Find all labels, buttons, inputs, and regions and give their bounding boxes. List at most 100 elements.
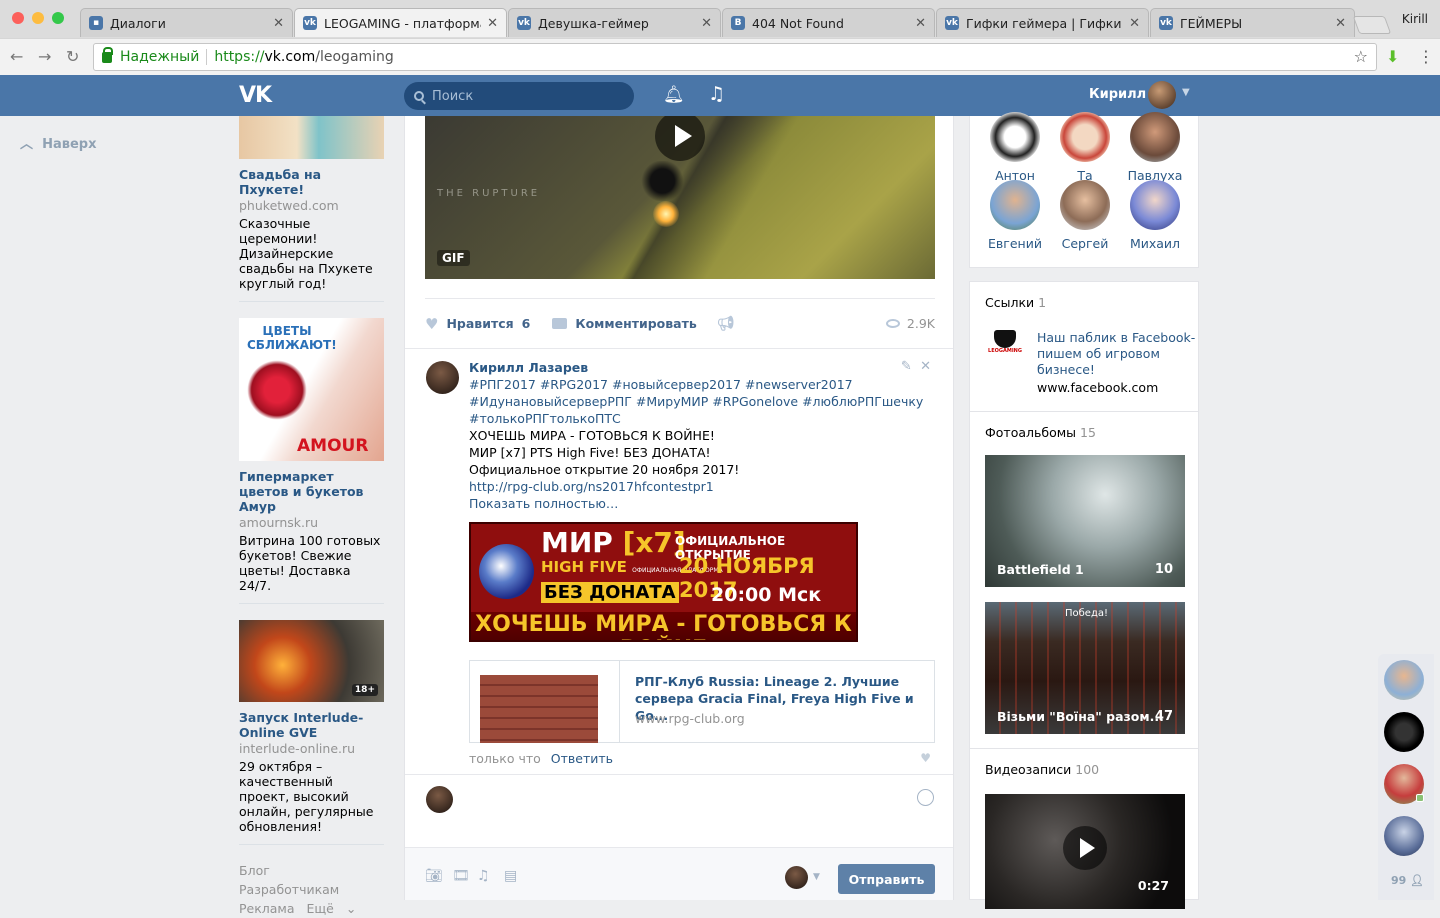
show-more-link[interactable]: Показать полностью… xyxy=(469,495,933,512)
chat-sidebar: 99 👤︎ xyxy=(1378,654,1434,900)
close-icon[interactable]: ✕ xyxy=(920,359,931,374)
url-host: vk.com xyxy=(264,49,316,65)
footer-link-ads[interactable]: Реклама xyxy=(239,901,295,916)
scroll-top-button[interactable]: ︿ Наверх xyxy=(20,133,96,152)
music-note-icon[interactable]: ♫ xyxy=(477,868,490,884)
camera-icon[interactable]: 📷︎ xyxy=(425,868,443,884)
tab-leogaming[interactable]: vk LEOGAMING - платформа д ✕ xyxy=(294,8,507,37)
bell-icon[interactable]: 🔔︎ xyxy=(663,85,685,105)
tab-gamers[interactable]: vk ГЕЙМЕРЫ ✕ xyxy=(1150,8,1355,37)
close-tab-icon[interactable]: ✕ xyxy=(1335,16,1346,31)
promo-banner-image[interactable]: МИР [x7] HIGH FIVE ОФИЦИАЛЬНАЯ ПЛАТФОРМА… xyxy=(469,522,858,642)
tab-gamer-gifs[interactable]: vk Гифки геймера | Гифки из ✕ xyxy=(936,8,1149,37)
gif-video[interactable]: THE RUPTURE GIF xyxy=(425,116,935,279)
browser-menu-icon[interactable]: ⋮ xyxy=(1418,47,1434,66)
share-megaphone-icon[interactable]: 📢︎ xyxy=(717,316,735,332)
browser-profile[interactable]: Kirill xyxy=(1402,12,1428,26)
chat-avatar[interactable] xyxy=(1384,660,1424,700)
edit-pencil-icon[interactable]: ✎ xyxy=(901,359,912,374)
comment-hashtags[interactable]: #толькоРПГтолькоПТС xyxy=(469,410,933,427)
video-item[interactable]: 0:27 xyxy=(985,794,1185,909)
vk-icon: vk xyxy=(1159,16,1173,30)
member-item[interactable]: Антон xyxy=(980,112,1050,183)
links-header[interactable]: Ссылки 1 xyxy=(970,282,1198,310)
new-tab-button[interactable] xyxy=(1352,16,1392,34)
address-bar[interactable]: Надежный https:// vk.com /leogaming ☆ xyxy=(93,43,1377,71)
album-item[interactable]: Победа! Візьми "Воїна" разом... 47 xyxy=(985,602,1185,734)
emoji-icon[interactable] xyxy=(917,789,934,806)
ad-item[interactable]: Свадьба на Пхукете! phuketwed.com Сказоч… xyxy=(239,116,384,302)
album-item[interactable]: Battlefield 1 10 xyxy=(985,455,1185,587)
ad-title[interactable]: Запуск Interlude-Online GVE xyxy=(239,710,384,740)
albums-block: Фотоальбомы 15 Battlefield 1 10 Победа! В… xyxy=(969,411,1199,748)
link-preview-card[interactable]: РПГ-Клуб Russia: Lineage 2. Лучшие серве… xyxy=(469,660,935,743)
albums-header[interactable]: Фотоальбомы 15 xyxy=(970,412,1198,440)
minimize-window-button[interactable] xyxy=(32,12,44,24)
back-arrow-icon[interactable]: ← xyxy=(10,47,23,66)
member-item[interactable]: Михаил xyxy=(1120,180,1190,251)
close-window-button[interactable] xyxy=(12,12,24,24)
forward-arrow-icon[interactable]: → xyxy=(38,47,51,66)
drone-image xyxy=(640,161,685,201)
chevron-down-icon[interactable]: ▼ xyxy=(813,872,820,882)
play-icon[interactable] xyxy=(1063,826,1107,870)
maximize-window-button[interactable] xyxy=(52,12,64,24)
post-as-avatar[interactable] xyxy=(785,866,808,889)
music-note-icon[interactable]: ♫ xyxy=(708,83,725,105)
ad-image[interactable]: 18+ xyxy=(239,620,384,702)
ad-brand-text: AMOUR xyxy=(297,436,369,456)
chevron-down-icon[interactable]: ▼ xyxy=(1182,87,1190,98)
footer-link-more[interactable]: Ещё ⌄ xyxy=(307,901,365,916)
close-tab-icon[interactable]: ✕ xyxy=(701,16,712,31)
download-extension-icon[interactable]: ⬇ xyxy=(1386,47,1399,66)
reload-icon[interactable]: ↻ xyxy=(66,47,79,66)
banner-text: МИР [x7] xyxy=(541,526,686,559)
document-icon[interactable]: ▤ xyxy=(504,868,517,884)
ad-item[interactable]: 18+ Запуск Interlude-Online GVE interlud… xyxy=(239,620,384,845)
ad-image[interactable] xyxy=(239,116,384,159)
header-avatar[interactable] xyxy=(1148,81,1176,109)
ad-title[interactable]: Гипермаркет цветов и букетов Амур xyxy=(239,469,384,514)
tab-404[interactable]: B 404 Not Found ✕ xyxy=(722,8,935,37)
ad-title[interactable]: Свадьба на Пхукете! xyxy=(239,167,384,197)
bookmark-star-icon[interactable]: ☆ xyxy=(1354,47,1368,66)
close-tab-icon[interactable]: ✕ xyxy=(273,16,284,31)
video-icon[interactable]: 🎞︎ xyxy=(452,868,470,884)
ad-image[interactable]: ЦВЕТЫ СБЛИЖАЮТ! AMOUR xyxy=(239,318,384,461)
close-tab-icon[interactable]: ✕ xyxy=(487,16,498,31)
reply-button[interactable]: Ответить xyxy=(551,751,613,766)
member-item[interactable]: Евгений xyxy=(980,180,1050,251)
vk-logo[interactable]: VK xyxy=(239,83,272,108)
heart-icon[interactable]: ♥ xyxy=(920,751,931,766)
comment-link[interactable]: http://rpg-club.org/ns2017hfcontestpr1 xyxy=(469,478,933,495)
new-comment-field[interactable] xyxy=(405,774,953,848)
tab-strip: ▪ Диалоги ✕ vk LEOGAMING - платформа д ✕… xyxy=(80,8,1392,38)
member-item[interactable]: Та xyxy=(1050,112,1120,183)
tab-dialogs[interactable]: ▪ Диалоги ✕ xyxy=(80,8,293,37)
ad-domain: amournsk.ru xyxy=(239,515,319,530)
online-count[interactable]: 99 👤︎ xyxy=(1391,874,1424,887)
footer-link-developers[interactable]: Разработчикам xyxy=(239,882,339,897)
chat-avatar[interactable] xyxy=(1384,712,1424,752)
header-user-name[interactable]: Кирилл xyxy=(1089,87,1146,102)
tab-gamer-girl[interactable]: vk Девушка-геймер ✕ xyxy=(508,8,721,37)
videos-header[interactable]: Видеозаписи 100 xyxy=(970,749,1198,777)
ad-item[interactable]: ЦВЕТЫ СБЛИЖАЮТ! AMOUR Гипермаркет цветов… xyxy=(239,318,384,604)
comment-icon[interactable] xyxy=(552,318,568,329)
heart-icon[interactable]: ♥ xyxy=(425,315,438,333)
search-input[interactable]: Поиск xyxy=(404,82,634,110)
comment-avatar[interactable] xyxy=(426,361,459,394)
link-title[interactable]: Наш паблик в Facebook- пишем об игровом … xyxy=(1037,330,1197,378)
comment-author[interactable]: Кирилл Лазарев xyxy=(469,359,933,376)
member-item[interactable]: Сергей xyxy=(1050,180,1120,251)
footer-link-blog[interactable]: Блог xyxy=(239,863,270,878)
chat-avatar[interactable] xyxy=(1384,816,1424,856)
comment-button[interactable]: Комментировать xyxy=(575,316,696,331)
close-tab-icon[interactable]: ✕ xyxy=(915,16,926,31)
comment-hashtags[interactable]: #РПГ2017 #RPG2017 #новыйсервер2017 #news… xyxy=(469,376,933,393)
like-button[interactable]: Нравится xyxy=(446,316,513,331)
close-tab-icon[interactable]: ✕ xyxy=(1129,16,1140,31)
send-button[interactable]: Отправить xyxy=(838,864,935,894)
member-item[interactable]: Павлуха xyxy=(1120,112,1190,183)
comment-hashtags[interactable]: #ИдунановыйсерверРПГ #МируМИР #RPGonelov… xyxy=(469,393,933,410)
